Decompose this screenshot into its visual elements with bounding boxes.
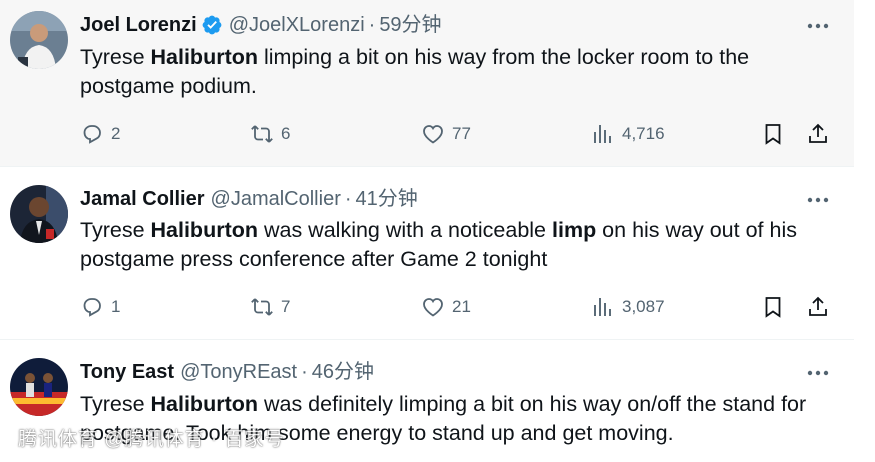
- reply-button[interactable]: 2: [80, 120, 120, 148]
- retweet-button[interactable]: 6: [250, 120, 290, 148]
- retweet-button[interactable]: 7: [250, 293, 290, 321]
- like-icon: [423, 298, 443, 317]
- like-button[interactable]: 77: [421, 120, 471, 148]
- timestamp[interactable]: 59分钟: [379, 12, 441, 38]
- bookmark-icon: [765, 124, 781, 145]
- separator-dot: ·: [368, 14, 376, 36]
- avatar[interactable]: [10, 11, 68, 69]
- reply-icon: [83, 298, 101, 317]
- bookmark-icon: [765, 297, 781, 318]
- timestamp[interactable]: 41分钟: [356, 186, 418, 212]
- author-handle[interactable]: @TonyREast: [180, 359, 297, 385]
- author-name[interactable]: Tony East: [80, 359, 174, 385]
- tweet-jamal-collier[interactable]: Jamal Collier @JamalCollier · 41分钟 Tyres…: [0, 166, 854, 340]
- author-name[interactable]: Joel Lorenzi: [80, 12, 197, 38]
- view-count: 3,087: [622, 297, 665, 316]
- share-icon: [809, 296, 827, 316]
- like-button[interactable]: 21: [421, 293, 471, 321]
- more-icon[interactable]: [804, 16, 832, 36]
- timestamp[interactable]: 46分钟: [312, 359, 374, 385]
- reply-icon: [83, 125, 101, 144]
- tweet-text: Tyrese Haliburton limping a bit on his w…: [80, 45, 750, 98]
- bookmark-button[interactable]: [761, 293, 785, 321]
- share-button[interactable]: [806, 120, 830, 148]
- share-icon: [809, 123, 827, 143]
- avatar[interactable]: [10, 358, 68, 416]
- separator-dot: ·: [301, 361, 308, 383]
- tweet-text: Tyrese Haliburton was walking with a not…: [80, 218, 797, 271]
- retweet-icon: [251, 298, 273, 316]
- share-button[interactable]: [806, 293, 830, 321]
- watermark: 腾讯体育 @腾讯体育 · 百家号: [18, 429, 285, 450]
- author-handle[interactable]: @JoelXLorenzi: [229, 12, 365, 38]
- reply-count: 2: [111, 124, 121, 143]
- tweet-actions: 2 6 77 4,716: [80, 120, 840, 148]
- verified-icon: [202, 15, 222, 35]
- reply-button[interactable]: 1: [80, 293, 120, 321]
- views-icon: [594, 125, 611, 143]
- retweet-count: 7: [281, 297, 291, 316]
- more-icon[interactable]: [804, 190, 832, 210]
- reply-count: 1: [111, 297, 121, 316]
- more-icon[interactable]: [804, 363, 832, 383]
- retweet-count: 6: [281, 124, 291, 143]
- separator-dot: ·: [344, 188, 352, 210]
- views-icon: [594, 298, 611, 316]
- view-count: 4,716: [622, 124, 665, 143]
- views-button[interactable]: 4,716: [591, 120, 665, 148]
- tweet-actions: 1 7 21 3,087: [80, 293, 840, 321]
- avatar[interactable]: [10, 185, 68, 243]
- like-count: 21: [452, 297, 471, 316]
- bookmark-button[interactable]: [761, 120, 785, 148]
- like-icon: [423, 125, 443, 144]
- tweet-joel-lorenzi[interactable]: Joel Lorenzi @JoelXLorenzi · 59分钟 Tyrese…: [0, 0, 854, 167]
- retweet-icon: [251, 125, 273, 143]
- like-count: 77: [452, 124, 471, 143]
- views-button[interactable]: 3,087: [591, 293, 665, 321]
- author-name[interactable]: Jamal Collier: [80, 186, 205, 212]
- author-handle[interactable]: @JamalCollier: [211, 186, 341, 212]
